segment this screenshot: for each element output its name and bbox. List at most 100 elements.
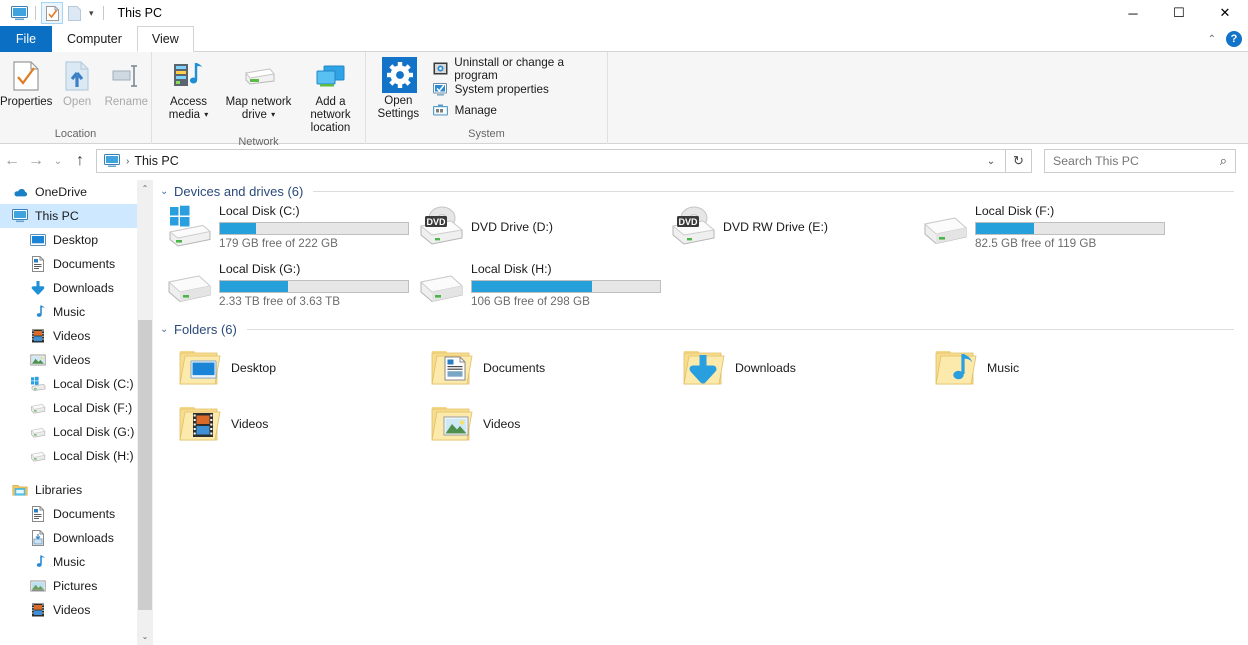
folder-tile-desktop[interactable]: Desktop — [155, 340, 407, 396]
address-dropdown-icon[interactable]: ⌄ — [979, 156, 1003, 167]
sidebar-item-desktop[interactable]: Desktop — [0, 228, 137, 252]
search-icon[interactable]: ⌕ — [1220, 153, 1231, 169]
sidebar-item-documents[interactable]: Documents — [0, 252, 137, 276]
refresh-button[interactable]: ↻ — [1006, 149, 1032, 173]
drive-info: Local Disk (C:) 179 GB free of 222 GB — [219, 204, 409, 251]
minimize-button[interactable]: ─ — [1110, 0, 1156, 26]
new-folder-icon[interactable] — [63, 2, 85, 24]
drive-capacity-bar — [219, 221, 409, 235]
qat-divider-2 — [102, 6, 104, 20]
file-list-view[interactable]: ⌄ Devices and drives (6) Local Disk (C:) 17… — [155, 180, 1248, 645]
open-settings-button[interactable]: Open Settings — [370, 56, 427, 121]
downloads-icon — [30, 280, 46, 296]
sidebar-item-libraries[interactable]: Libraries — [0, 478, 137, 502]
this-pc-icon — [12, 208, 28, 224]
customize-qat-caret[interactable]: ▾ — [85, 8, 98, 19]
sidebar-item-onedrive[interactable]: OneDrive — [0, 180, 137, 204]
drive-name: Local Disk (H:) — [471, 261, 552, 276]
properties-label: Properties — [0, 96, 53, 108]
folder-tile-music[interactable]: Music — [911, 340, 1163, 396]
folder-name: Videos — [231, 417, 269, 431]
map-network-drive-label: Map network drive ▾ — [221, 96, 296, 122]
system-properties-button[interactable]: System properties — [431, 79, 607, 100]
scrollbar-thumb[interactable] — [138, 320, 152, 610]
sidebar-item-documents[interactable]: Documents — [0, 502, 137, 526]
chevron-down-icon[interactable]: ⌄ — [160, 324, 174, 335]
ribbon-group-system-label: System — [468, 128, 505, 140]
scroll-up-arrow[interactable]: ⌃ — [137, 180, 153, 197]
sidebar-item-label: Local Disk (F:) — [53, 401, 133, 415]
videos-picture-icon — [30, 352, 46, 368]
up-button[interactable]: ↑ — [68, 148, 92, 174]
rename-button[interactable]: Rename — [102, 57, 151, 109]
drive-tile-dvd-drive-d[interactable]: DVD DVD Drive (D:) — [407, 202, 659, 252]
close-button[interactable]: ✕ — [1202, 0, 1248, 26]
sidebar-item-videos[interactable]: Videos — [0, 598, 137, 622]
folder-tile-documents[interactable]: Documents — [407, 340, 659, 396]
folder-tile-downloads[interactable]: Downloads — [659, 340, 911, 396]
drive-tile-local-disk-h[interactable]: Local Disk (H:) 106 GB free of 298 GB — [407, 260, 661, 310]
sidebar-item-downloads[interactable]: Downloads — [0, 276, 137, 300]
properties-button[interactable]: Properties — [0, 57, 52, 109]
sidebar-item-label: This PC — [35, 209, 79, 223]
windows-drive-icon — [30, 376, 46, 392]
open-button[interactable]: Open — [52, 57, 101, 109]
this-pc-icon[interactable] — [8, 2, 30, 24]
group-header-devices-and-drives[interactable]: ⌄ Devices and drives (6) — [160, 180, 1248, 202]
scroll-down-arrow[interactable]: ⌄ — [137, 628, 153, 645]
group-header-folders[interactable]: ⌄ Folders (6) — [160, 318, 1248, 340]
access-media-button[interactable]: Access media ▾ — [156, 57, 221, 122]
sidebar-item-music[interactable]: Music — [0, 550, 137, 574]
sidebar-item-label: Local Disk (G:) — [53, 425, 135, 439]
help-icon[interactable]: ? — [1226, 31, 1242, 47]
manage-button[interactable]: Manage — [431, 100, 607, 121]
tab-view[interactable]: View — [136, 26, 194, 52]
sidebar-item-local-disk-c[interactable]: Local Disk (C:) — [0, 372, 137, 396]
folder-tile-videos[interactable]: Videos — [407, 396, 659, 452]
tab-computer[interactable]: Computer — [52, 26, 137, 52]
chevron-down-icon[interactable]: ⌄ — [160, 186, 174, 197]
add-network-location-button[interactable]: Add a network location — [296, 57, 365, 135]
sidebar-item-local-disk-f[interactable]: Local Disk (F:) — [0, 396, 137, 420]
drive-tile-local-disk-g[interactable]: Local Disk (G:) 2.33 TB free of 3.63 TB — [155, 260, 409, 310]
back-button[interactable]: ← — [0, 148, 24, 174]
drive-tile-local-disk-f[interactable]: Local Disk (F:) 82.5 GB free of 119 GB — [911, 202, 1165, 252]
map-network-drive-button[interactable]: Map network drive ▾ — [221, 57, 296, 122]
sidebar-item-label: Desktop — [53, 233, 99, 247]
sidebar-item-label: Videos — [53, 603, 91, 617]
navigation-pane[interactable]: OneDrive This PC Desktop Documents Downloads… — [0, 180, 137, 645]
sidebar-item-downloads[interactable]: Downloads — [0, 526, 137, 550]
dvd-drive-icon: DVD — [669, 203, 717, 251]
drive-tile-local-disk-c[interactable]: Local Disk (C:) 179 GB free of 222 GB — [155, 202, 409, 252]
windows-drive-icon — [165, 203, 213, 251]
properties-icon[interactable] — [41, 2, 63, 24]
forward-button[interactable]: → — [24, 148, 48, 174]
recent-locations-button[interactable]: ⌄ — [48, 148, 68, 174]
maximize-button[interactable]: ☐ — [1156, 0, 1202, 26]
add-network-location-label: Add a network location — [310, 96, 351, 134]
sidebar-item-pictures[interactable]: Pictures — [0, 574, 137, 598]
downloads-library-icon — [30, 530, 46, 546]
uninstall-program-button[interactable]: Uninstall or change a program — [431, 56, 607, 82]
sidebar-item-videos[interactable]: Videos — [0, 348, 137, 372]
collapse-ribbon-icon[interactable]: ⌃ — [1208, 34, 1216, 45]
svg-text:DVD: DVD — [426, 217, 446, 227]
tab-file[interactable]: File — [0, 26, 52, 52]
sidebar-item-local-disk-g[interactable]: Local Disk (G:) — [0, 420, 137, 444]
breadcrumb[interactable]: › This PC ⌄ — [96, 149, 1006, 173]
sidebar-item-this-pc[interactable]: This PC — [0, 204, 137, 228]
sidebar-item-videos[interactable]: Videos — [0, 324, 137, 348]
access-media-label: Access media ▾ — [156, 96, 221, 122]
map-network-drive-icon — [240, 60, 278, 92]
folder-name: Documents — [483, 361, 546, 375]
breadcrumb-separator[interactable]: › — [121, 156, 134, 167]
search-input[interactable]: Search This PC ⌕ — [1044, 149, 1236, 173]
breadcrumb-this-pc[interactable]: This PC — [134, 154, 178, 168]
folder-tile-videos[interactable]: Videos — [155, 396, 407, 452]
drive-tile-dvd-rw-drive-e[interactable]: DVD DVD RW Drive (E:) — [659, 202, 911, 252]
rename-label: Rename — [104, 96, 149, 108]
sidebar-item-music[interactable]: Music — [0, 300, 137, 324]
navigation-scrollbar[interactable]: ⌃ ⌄ — [137, 180, 153, 645]
sidebar-item-local-disk-h[interactable]: Local Disk (H:) — [0, 444, 137, 468]
drive-icon — [30, 448, 46, 464]
